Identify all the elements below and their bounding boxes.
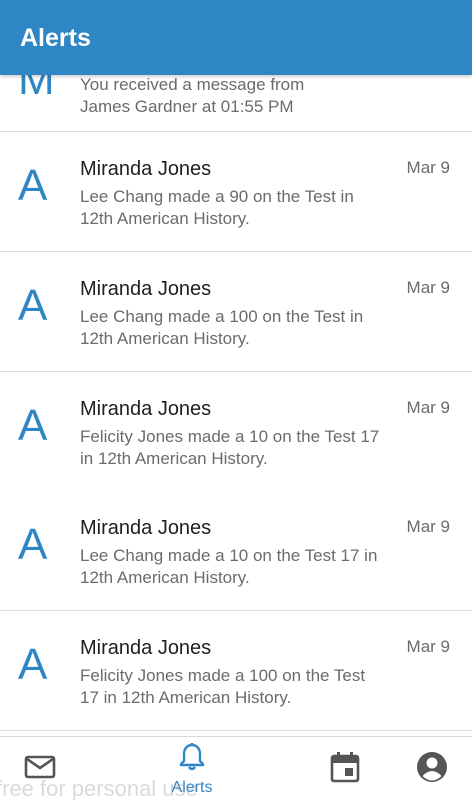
item-message: You received a message from James Gardne… <box>80 74 385 118</box>
item-avatar-letter: A <box>18 520 48 569</box>
list-item[interactable]: A Miranda Jones Lee Chang made a 90 on t… <box>0 132 472 252</box>
calendar-icon <box>330 751 360 788</box>
item-title: Miranda Jones <box>80 517 212 539</box>
item-date: Mar 9 <box>406 517 450 536</box>
item-avatar-letter: A <box>18 161 48 210</box>
item-message: Lee Chang made a 90 on the Test in 12th … <box>80 187 354 228</box>
item-message: Felicity Jones made a 10 on the Test 17 … <box>80 427 380 468</box>
list-item[interactable]: A Miranda Jones Lee Chang made a 10 on t… <box>0 491 472 611</box>
item-date: Mar 9 <box>406 398 450 417</box>
item-date: Mar 9 <box>406 158 450 177</box>
list-item[interactable]: A Miranda Jones Felicity Jones made a 10… <box>0 372 472 492</box>
app-root: M You received a message from James Gard… <box>0 0 472 800</box>
item-message: Felicity Jones made a 100 on the Test 17… <box>80 666 366 707</box>
item-avatar-letter: A <box>18 281 48 330</box>
item-message-line: James Gardner at 01:55 PM <box>80 97 294 116</box>
item-avatar-letter: A <box>18 640 48 689</box>
item-message-line: You received a message from <box>80 75 305 94</box>
list-item[interactable]: A Miranda Jones Lee Chang made a 100 on … <box>0 252 472 372</box>
alerts-list[interactable]: M You received a message from James Gard… <box>0 0 472 736</box>
app-header: Alerts <box>0 0 472 75</box>
list-item[interactable]: A Miranda Jones Felicity Jones made a 10… <box>0 611 472 731</box>
item-date: Mar 9 <box>406 278 450 297</box>
bell-icon <box>178 742 206 777</box>
page-title: Alerts <box>20 24 91 52</box>
item-avatar-letter: A <box>18 401 48 450</box>
item-date: Mar 9 <box>406 637 450 656</box>
watermark-text: free for personal use <box>0 776 198 800</box>
item-message: Lee Chang made a 100 on the Test in 12th… <box>80 307 364 348</box>
nav-calendar-button[interactable] <box>305 737 385 800</box>
item-title: Miranda Jones <box>80 398 212 420</box>
nav-profile-button[interactable] <box>392 737 472 800</box>
item-title: Miranda Jones <box>80 158 212 180</box>
item-title: Miranda Jones <box>80 278 212 300</box>
item-title: Miranda Jones <box>80 637 212 659</box>
account-icon <box>416 751 448 788</box>
item-message: Lee Chang made a 10 on the Test 17 in 12… <box>80 546 378 587</box>
